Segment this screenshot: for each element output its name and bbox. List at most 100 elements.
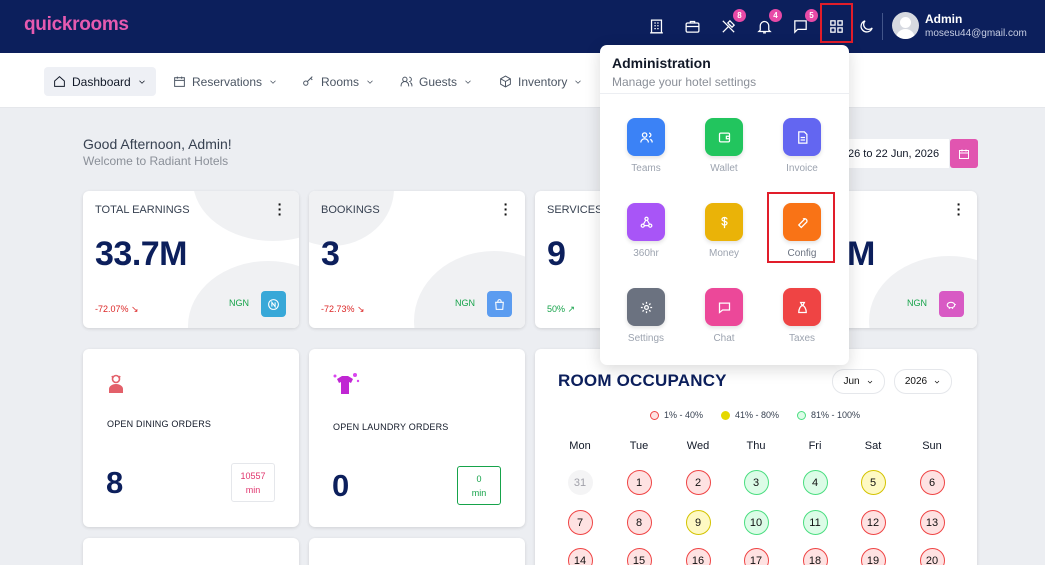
weekday-header: Wed [686, 440, 710, 452]
key-icon [303, 76, 313, 86]
calendar-day[interactable]: 18 [802, 548, 828, 565]
stat-change: -72.07% ↘ [95, 304, 139, 314]
more-options-icon[interactable]: · · · [503, 197, 509, 221]
document-icon [783, 118, 821, 156]
calendar-day[interactable]: 1 [626, 470, 652, 495]
network-icon [627, 203, 665, 241]
nav-inventory-label: Inventory [518, 74, 568, 89]
year-select[interactable]: 2026 [894, 369, 952, 394]
main-nav: Dashboard Reservations Rooms Guests Inve… [0, 53, 1045, 108]
calendar-day[interactable]: 2 [685, 470, 711, 495]
message-icon [705, 288, 743, 326]
tile-chat[interactable]: Chat [694, 288, 754, 344]
room-occupancy-title: ROOM OCCUPANCY [558, 371, 727, 390]
box-icon [500, 75, 511, 88]
stat-currency: NGN [229, 298, 249, 308]
chevron-down-icon [270, 79, 276, 84]
tile-taxes[interactable]: Taxes [772, 288, 832, 344]
stat-currency: NGN [907, 298, 927, 308]
calendar-day[interactable]: 11 [802, 510, 828, 535]
calendar-day[interactable]: 10 [743, 510, 769, 535]
tile-wallet[interactable]: Wallet [694, 118, 754, 174]
chevron-down-icon [138, 79, 145, 84]
building-icon[interactable] [644, 14, 668, 38]
tile-settings[interactable]: Settings [616, 288, 676, 344]
calendar-day[interactable]: 19 [860, 548, 886, 565]
calendar-day[interactable]: 20 [919, 548, 945, 565]
administration-title: Administration [612, 55, 711, 71]
messages-badge: 5 [805, 9, 818, 22]
tile-teams[interactable]: Teams [616, 118, 676, 174]
calendar-day[interactable]: 15 [626, 548, 652, 565]
shopping-bag-icon [487, 291, 512, 317]
weekday-header: Thu [746, 440, 766, 452]
bell-icon[interactable]: 4 [752, 9, 782, 38]
weekday-header: Fri [808, 440, 822, 452]
nav-guests[interactable]: Guests [391, 67, 482, 96]
calendar-day[interactable]: 16 [685, 548, 711, 565]
top-bar: quickrooms 8 4 5 Admin mosesu44@gmail.co… [0, 0, 1045, 53]
calendar-day[interactable]: 17 [743, 548, 769, 565]
dining-orders-count: 8 [106, 465, 124, 500]
calendar-day[interactable]: 12 [860, 510, 886, 535]
calendar-day[interactable]: 9 [685, 510, 711, 535]
users-icon [400, 76, 413, 87]
app-logo[interactable]: quickrooms [24, 14, 129, 36]
extra-card-1 [83, 538, 299, 565]
stat-currency: NGN [455, 298, 475, 308]
nav-rooms[interactable]: Rooms [293, 67, 384, 96]
weekday-header: Mon [569, 440, 591, 452]
tile-money[interactable]: Money [694, 203, 754, 259]
grid-button-highlight [820, 3, 853, 43]
calendar-day[interactable]: 3 [743, 470, 769, 495]
nav-reservations[interactable]: Reservations [164, 67, 287, 96]
weekday-header: Sat [864, 440, 882, 452]
avatar[interactable] [892, 12, 919, 39]
weekday-header: Sun [922, 440, 942, 452]
suitcase-icon[interactable] [680, 14, 704, 38]
user-name[interactable]: Admin [925, 12, 962, 26]
tools-icon[interactable]: 8 [716, 9, 746, 38]
nav-dashboard[interactable]: Dashboard [44, 67, 156, 96]
calendar-day[interactable]: 31 [567, 470, 593, 495]
dining-orders-card: OPEN DINING ORDERS 8 10557 min [83, 349, 299, 527]
chat-icon[interactable]: 5 [788, 9, 818, 38]
extra-card-2 [309, 538, 525, 565]
legend-mid: 41% - 80% [721, 410, 779, 420]
date-picker-button[interactable] [950, 139, 978, 168]
month-select[interactable]: Jun [832, 369, 885, 394]
chevron-down-icon [575, 79, 582, 84]
dining-minutes: 10557 min [231, 463, 275, 502]
tile-invoice[interactable]: Invoice [772, 118, 832, 174]
date-range-input[interactable]: 26 to 22 Jun, 2026 [845, 139, 949, 168]
more-options-icon[interactable]: · · · [277, 197, 283, 221]
users-icon [627, 118, 665, 156]
calendar-icon [959, 149, 969, 159]
dining-orders-title: OPEN DINING ORDERS [107, 419, 212, 429]
stat-value: 9 [547, 235, 566, 273]
more-options-icon[interactable]: · · · [956, 197, 962, 221]
greeting-subtitle: Welcome to Radiant Hotels [83, 154, 229, 168]
chevron-down-icon [934, 380, 940, 383]
calendar-day[interactable]: 5 [860, 470, 886, 495]
stat-change: 50% ↗ [547, 304, 576, 314]
laundry-minutes: 0 min [457, 466, 501, 505]
calendar-day[interactable]: 14 [567, 548, 593, 565]
tile-360hr[interactable]: 360hr [616, 203, 676, 259]
calendar-day[interactable]: 13 [919, 510, 945, 535]
nav-guests-label: Guests [419, 74, 458, 89]
calendar-day[interactable]: 7 [567, 510, 593, 535]
greeting-title: Good Afternoon, Admin! [83, 136, 232, 152]
notifications-badge: 4 [769, 9, 782, 22]
stat-value: M [847, 235, 875, 273]
calendar-day[interactable]: 6 [919, 470, 945, 495]
moon-icon[interactable] [854, 14, 878, 38]
stat-title: BOOKINGS [321, 204, 380, 216]
stat-value: 3 [321, 235, 340, 273]
laundry-orders-count: 0 [332, 468, 350, 503]
chevron-down-icon [465, 79, 471, 84]
calendar-day[interactable]: 4 [802, 470, 828, 495]
weekday-header: Tue [629, 440, 649, 452]
calendar-day[interactable]: 8 [626, 510, 652, 535]
nav-inventory[interactable]: Inventory [490, 67, 592, 96]
